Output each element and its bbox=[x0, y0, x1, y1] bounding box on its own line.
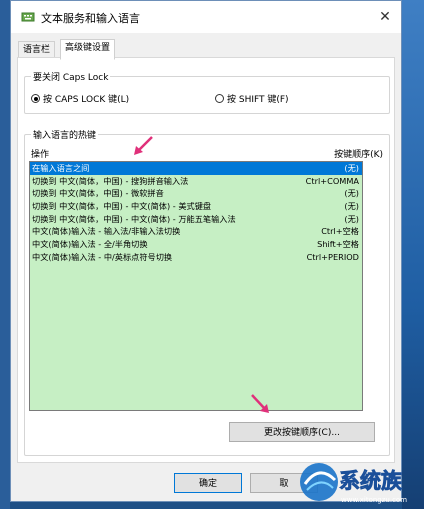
svg-text:www.xitongzu.com: www.xitongzu.com bbox=[341, 496, 407, 504]
column-header-action: 操作 bbox=[31, 150, 50, 160]
keyboard-app-icon bbox=[21, 12, 35, 22]
radio-shift-key[interactable]: 按 SHIFT 键(F) bbox=[215, 92, 289, 105]
list-item[interactable]: 中文(简体)输入法 - 输入法/非输入法切换 Ctrl+空格 bbox=[30, 225, 362, 238]
radio-caps-lock-key[interactable]: 按 CAPS LOCK 键(L) bbox=[31, 92, 129, 105]
list-item[interactable]: 中文(简体)输入法 - 全/半角切换 Shift+空格 bbox=[30, 238, 362, 251]
annotation-arrow-icon bbox=[251, 394, 269, 413]
watermark-logo: 系统族 www.xitongzu.com bbox=[300, 463, 407, 504]
list-item[interactable]: 切换到 中文(简体，中国) - 中文(简体) - 美式键盘 (无) bbox=[30, 200, 362, 213]
column-header-key-sequence: 按键顺序(K) bbox=[334, 150, 383, 160]
desktop-background-right bbox=[402, 0, 424, 509]
svg-text:系统族: 系统族 bbox=[339, 469, 403, 493]
list-item[interactable]: 中文(简体)输入法 - 中/英标点符号切换 Ctrl+PERIOD bbox=[30, 251, 362, 264]
change-key-sequence-button[interactable]: 更改按键顺序(C)... bbox=[229, 422, 375, 442]
hotkeys-group: 输入语言的热键 操作 按键顺序(K) 在输入语言之间 (无) 切换到 中文(简体，… bbox=[24, 128, 390, 456]
window-title: 文本服务和输入语言 bbox=[41, 12, 140, 25]
list-item[interactable]: 切换到 中文(简体，中国) - 中文(简体) - 万能五笔输入法 (无) bbox=[30, 213, 362, 226]
tab-advanced-key-settings[interactable]: 高级键设置 bbox=[60, 39, 116, 60]
hotkeys-group-title: 输入语言的热键 bbox=[31, 128, 99, 141]
radio-caps-lock-label: 按 CAPS LOCK 键(L) bbox=[43, 95, 130, 105]
annotation-arrow-icon bbox=[134, 136, 153, 155]
list-item[interactable]: 切换到 中文(简体，中国) - 微软拼音 (无) bbox=[30, 187, 362, 200]
radio-unselected-icon bbox=[215, 94, 224, 103]
title-bar: 文本服务和输入语言 ✕ bbox=[11, 1, 401, 33]
radio-shift-label: 按 SHIFT 键(F) bbox=[227, 95, 289, 105]
caps-lock-group: 要关闭 Caps Lock 按 CAPS LOCK 键(L) 按 SHIFT 键… bbox=[24, 70, 390, 114]
radio-selected-icon bbox=[31, 94, 40, 103]
list-item[interactable]: 在输入语言之间 (无) bbox=[30, 162, 362, 175]
ok-button[interactable]: 确定 bbox=[174, 473, 242, 493]
dialog-window: 文本服务和输入语言 ✕ 语言栏 高级键设置 要关闭 Caps Lock 按 CA… bbox=[10, 0, 402, 502]
close-button[interactable]: ✕ bbox=[373, 5, 397, 29]
desktop-background-left bbox=[0, 0, 10, 509]
hotkeys-list[interactable]: 在输入语言之间 (无) 切换到 中文(简体，中国) - 搜狗拼音输入法 Ctrl+C… bbox=[29, 161, 363, 411]
tab-panel: 要关闭 Caps Lock 按 CAPS LOCK 键(L) 按 SHIFT 键… bbox=[17, 57, 395, 463]
list-item[interactable]: 切换到 中文(简体，中国) - 搜狗拼音输入法 Ctrl+COMMA bbox=[30, 175, 362, 188]
caps-lock-group-title: 要关闭 Caps Lock bbox=[31, 70, 111, 83]
